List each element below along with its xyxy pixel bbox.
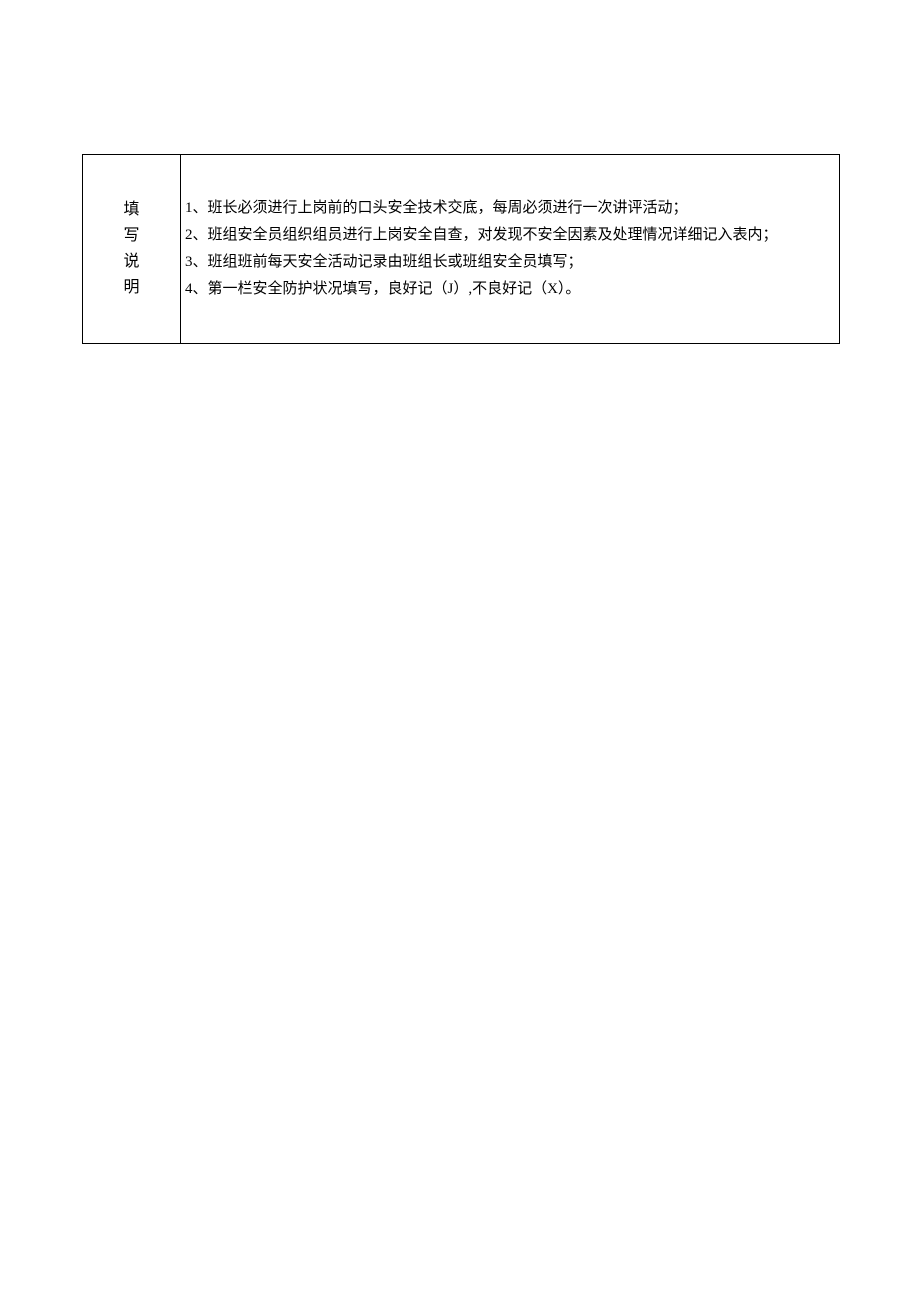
content-cell: 1、班长必须进行上岗前的口头安全技术交底，每周必须进行一次讲评活动； 2、班组安… <box>181 155 840 344</box>
instruction-table: 填 写 说 明 1、班长必须进行上岗前的口头安全技术交底，每周必须进行一次讲评活… <box>82 154 840 344</box>
document-page: 填 写 说 明 1、班长必须进行上岗前的口头安全技术交底，每周必须进行一次讲评活… <box>0 0 920 344</box>
label-char-2: 写 <box>83 223 180 249</box>
label-char-3: 说 <box>83 249 180 275</box>
label-char-1: 填 <box>83 197 180 223</box>
table-row: 填 写 说 明 1、班长必须进行上岗前的口头安全技术交底，每周必须进行一次讲评活… <box>83 155 840 344</box>
label-char-4: 明 <box>83 275 180 301</box>
instruction-line-3: 3、班组班前每天安全活动记录由班组长或班组安全员填写； <box>185 249 829 276</box>
instruction-line-2: 2、班组安全员组织组员进行上岗安全自查，对发现不安全因素及处理情况详细记入表内； <box>185 222 829 249</box>
instruction-line-1: 1、班长必须进行上岗前的口头安全技术交底，每周必须进行一次讲评活动； <box>185 195 829 222</box>
label-cell: 填 写 说 明 <box>83 155 181 344</box>
instruction-line-4: 4、第一栏安全防护状况填写，良好记（J）,不良好记（X）。 <box>185 276 829 303</box>
